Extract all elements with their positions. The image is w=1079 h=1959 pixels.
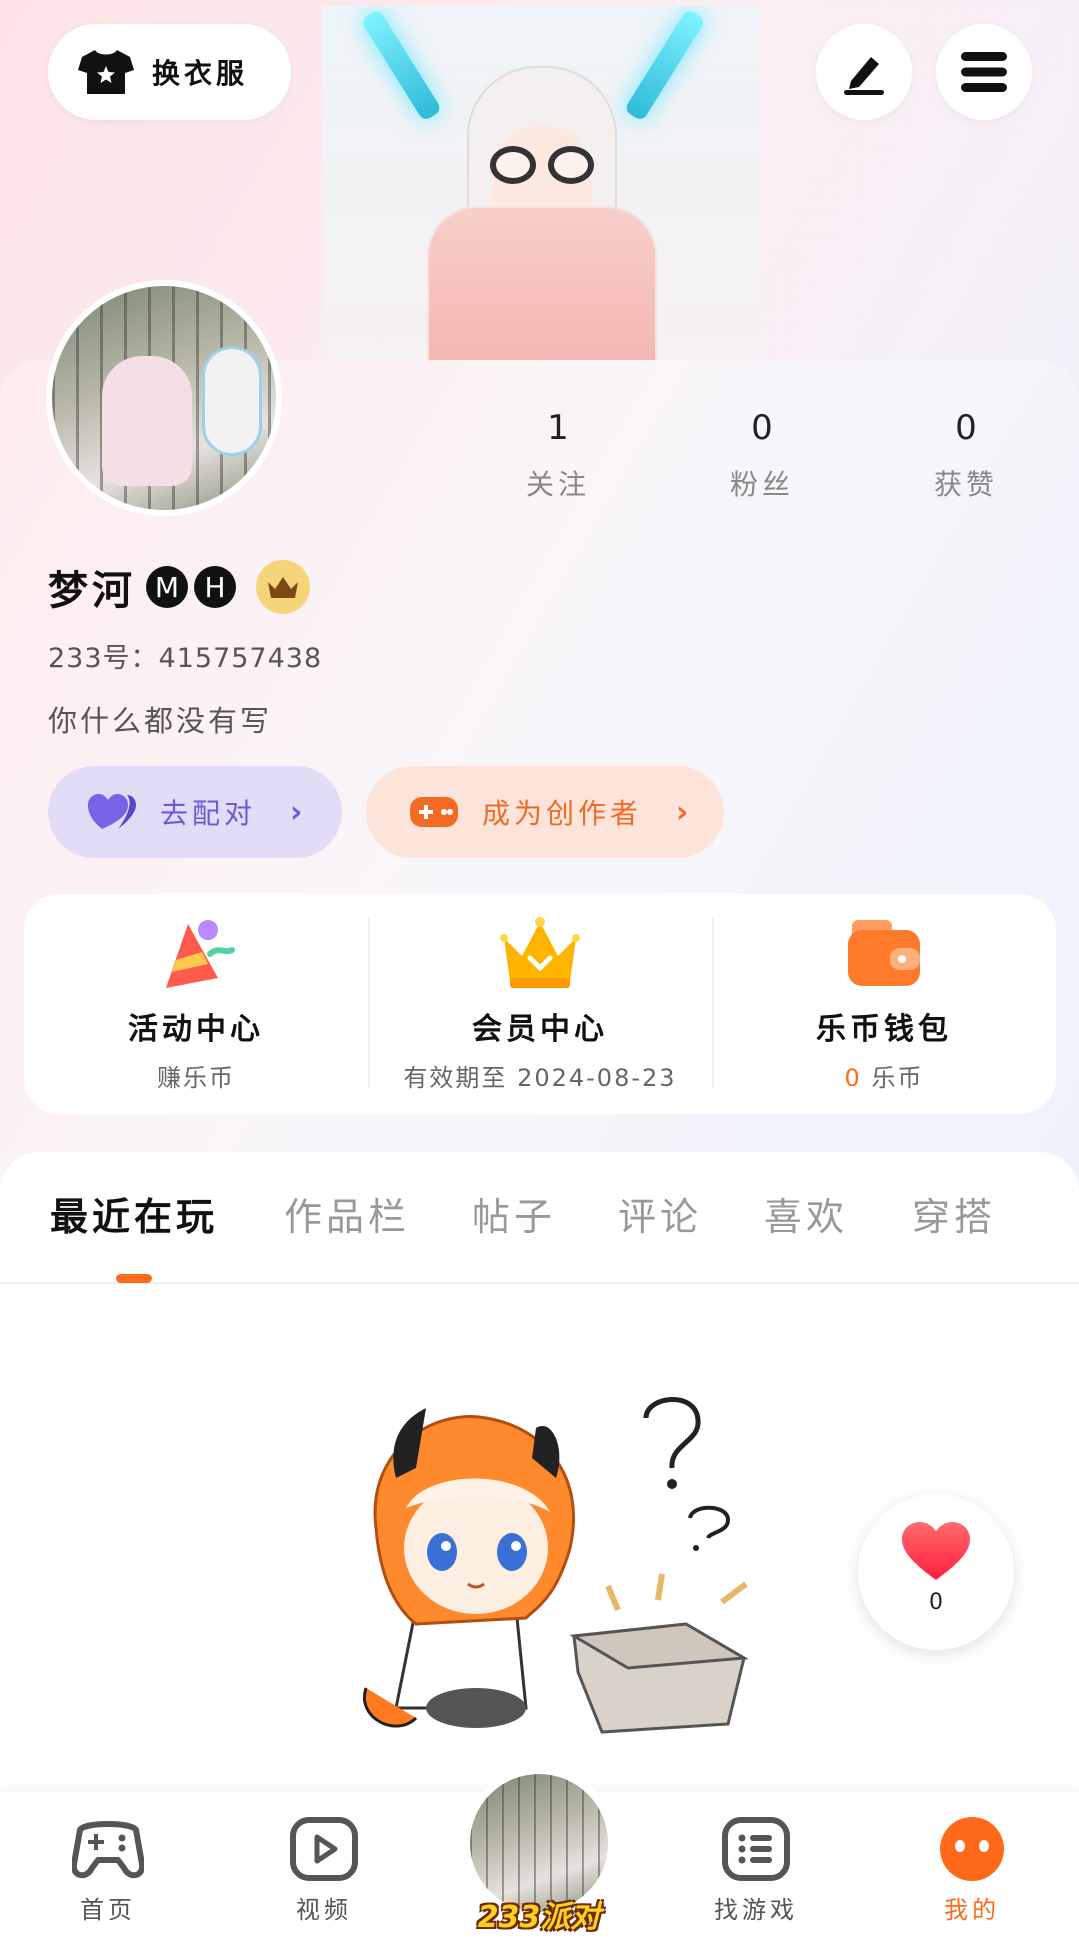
party-brand-logo: 233派对 [477,1900,601,1935]
menu-icon [961,52,1007,92]
activity-center[interactable]: 活动中心 赚乐币 [24,894,368,1114]
vip-crown-icon[interactable] [256,560,310,614]
username: 梦河 [48,568,136,614]
member-center-sub: 有效期至 2024-08-23 [403,1064,677,1092]
tab-posts[interactable]: 帖子 [472,1186,556,1241]
member-center-title: 会员中心 [472,1012,608,1047]
nav-mine-label: 我的 [944,1896,1000,1924]
services-card: 活动中心 赚乐币 会员中心 有效期至 2024-08-23 乐币钱包 0 乐币 [24,894,1056,1114]
nav-mine[interactable]: 我的 [912,1816,1032,1925]
user-bio: 你什么都没有写 [48,704,273,738]
become-creator-label: 成为创作者 [482,797,643,830]
stat-likes[interactable]: 0 获赞 [886,405,1046,503]
change-outfit-label: 换衣服 [152,57,249,90]
become-creator-button[interactable]: 成为创作者 › [366,766,724,858]
nav-video-label: 视频 [296,1896,352,1924]
active-tab-indicator [116,1274,152,1283]
user-avatar[interactable] [46,280,282,516]
tab-likes[interactable]: 喜欢 [764,1186,848,1241]
face-icon [940,1817,1004,1881]
stat-likes-value: 0 [955,408,977,448]
tab-outfits[interactable]: 穿搭 [912,1186,996,1241]
user-id: 233号：415757438 [48,643,323,674]
avatar-photo-figure [102,356,192,486]
stat-followers-value: 0 [751,408,773,448]
tab-comments[interactable]: 评论 [618,1186,702,1241]
activity-center-title: 活动中心 [128,1012,264,1047]
name-badge-h: H [194,566,236,608]
pencil-icon [844,57,884,95]
nav-home[interactable]: 首页 [48,1816,168,1925]
tab-recent-play[interactable]: 最近在玩 [50,1186,218,1241]
avatar-3d-showcase[interactable] [322,6,759,360]
name-badge-m: M [146,566,188,608]
crown-icon [268,577,298,598]
activity-center-sub: 赚乐币 [157,1064,235,1092]
coin-wallet-title: 乐币钱包 [816,1012,952,1047]
match-label: 去配对 [160,797,257,830]
party-hat-icon [166,920,235,988]
double-heart-icon [88,794,136,829]
nav-233-party[interactable]: 233派对 [462,1766,616,1935]
member-center[interactable]: 会员中心 有效期至 2024-08-23 [368,894,712,1114]
nav-find-game[interactable]: 找游戏 [696,1816,816,1925]
nav-find-game-label: 找游戏 [714,1896,798,1924]
match-button[interactable]: 去配对 › [48,766,342,858]
avatar-coat [427,206,657,360]
coin-unit: 乐币 [871,1064,924,1092]
content-tabs: 最近在玩 作品栏 帖子 评论 喜欢 穿搭 [0,1152,1079,1284]
wallet-icon [848,920,920,986]
username-row: 梦河 M H [48,558,310,616]
neon-ear-right [623,8,706,122]
nav-home-label: 首页 [80,1896,136,1924]
stat-following-value: 1 [547,408,569,448]
floating-like-button[interactable]: 0 [858,1494,1014,1650]
chevron-right-icon: › [290,794,307,830]
gamepad-plus-icon [410,797,458,827]
shirt-icon [78,50,134,94]
avatar-photo-carousel-horse [202,346,262,456]
crown-icon [500,917,580,988]
coin-balance: 0 [844,1064,862,1092]
tab-works[interactable]: 作品栏 [284,1186,410,1241]
chevron-right-icon: › [676,794,693,830]
empty-state-illustration [362,1397,749,1734]
coin-wallet-sub: 0 乐币 [712,1058,1056,1093]
coin-wallet[interactable]: 乐币钱包 0 乐币 [712,894,1056,1114]
heart-icon [902,1522,970,1580]
stat-followers[interactable]: 0 粉丝 [682,405,842,503]
stat-following-label: 关注 [525,468,590,501]
stat-followers-label: 粉丝 [729,468,794,501]
stat-following[interactable]: 1 关注 [478,405,638,503]
change-outfit-button[interactable]: 换衣服 [48,24,291,120]
edit-profile-button[interactable] [816,24,912,120]
avatar-glasses [490,146,594,184]
nav-video[interactable]: 视频 [264,1816,384,1925]
bottom-nav: 首页 视频 233派对 找游戏 我的 [0,1766,1079,1959]
more-menu-button[interactable] [936,24,1032,120]
gamepad-icon [72,1821,144,1879]
stat-likes-label: 获赞 [933,468,998,501]
play-icon [290,1817,358,1881]
like-count: 0 [929,1590,943,1615]
list-icon [722,1817,790,1881]
neon-ear-left [360,8,443,122]
